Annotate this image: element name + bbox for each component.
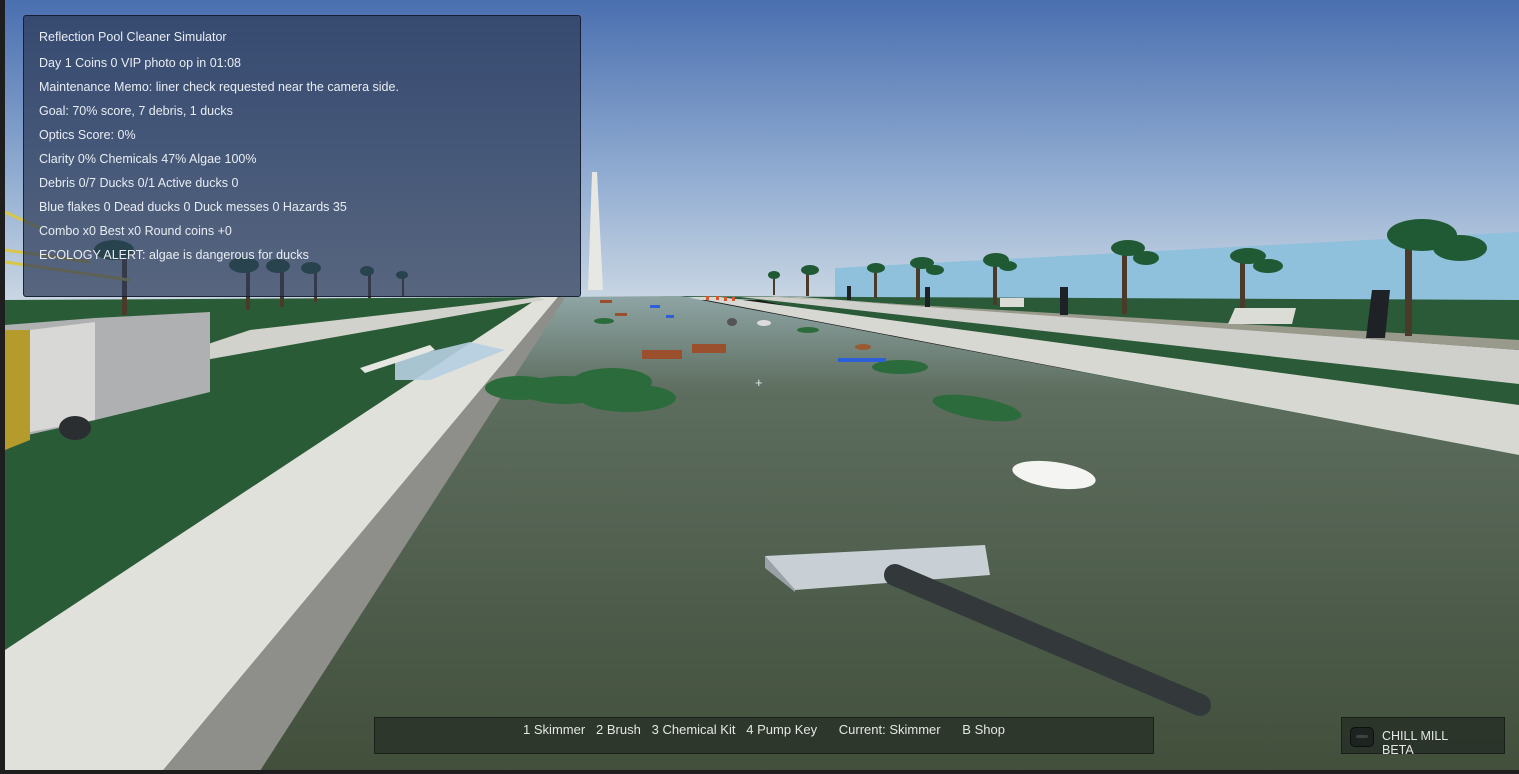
day-coins-status: Day 1 Coins 0 VIP photo op in 01:08 [39, 56, 241, 70]
window-border-bottom [0, 770, 1519, 774]
ecology-alert: ECOLOGY ALERT: algae is dangerous for du… [39, 248, 309, 262]
badge-text: CHILL MILL BETA [1382, 729, 1448, 757]
hazard-counts: Blue flakes 0 Dead ducks 0 Duck messes 0… [39, 200, 347, 214]
debris-ducks-counts: Debris 0/7 Ducks 0/1 Active ducks 0 [39, 176, 239, 190]
badge-line-1: CHILL MILL [1382, 729, 1449, 743]
game-title: Reflection Pool Cleaner Simulator [39, 30, 227, 44]
stone-block-side [5, 330, 30, 450]
combo-stats: Combo x0 Best x0 Round coins +0 [39, 224, 232, 238]
goal-text: Goal: 70% score, 7 debris, 1 ducks [39, 104, 233, 118]
tool-hotbar[interactable]: 1 Skimmer 2 Brush 3 Chemical Kit 4 Pump … [374, 717, 1154, 754]
headset-icon [1350, 727, 1374, 747]
stone-block-face [30, 322, 95, 432]
maintenance-memo: Maintenance Memo: liner check requested … [39, 80, 399, 94]
crosshair-icon: + [755, 375, 763, 390]
status-panel: Reflection Pool Cleaner Simulator Day 1 … [23, 15, 581, 297]
water-stats: Clarity 0% Chemicals 47% Algae 100% [39, 152, 257, 166]
badge-line-2: BETA [1382, 743, 1414, 757]
pipe-end [59, 416, 91, 440]
chill-mill-badge: CHILL MILL BETA [1341, 717, 1505, 757]
optics-score: Optics Score: 0% [39, 128, 136, 142]
window-border-left [0, 0, 5, 774]
